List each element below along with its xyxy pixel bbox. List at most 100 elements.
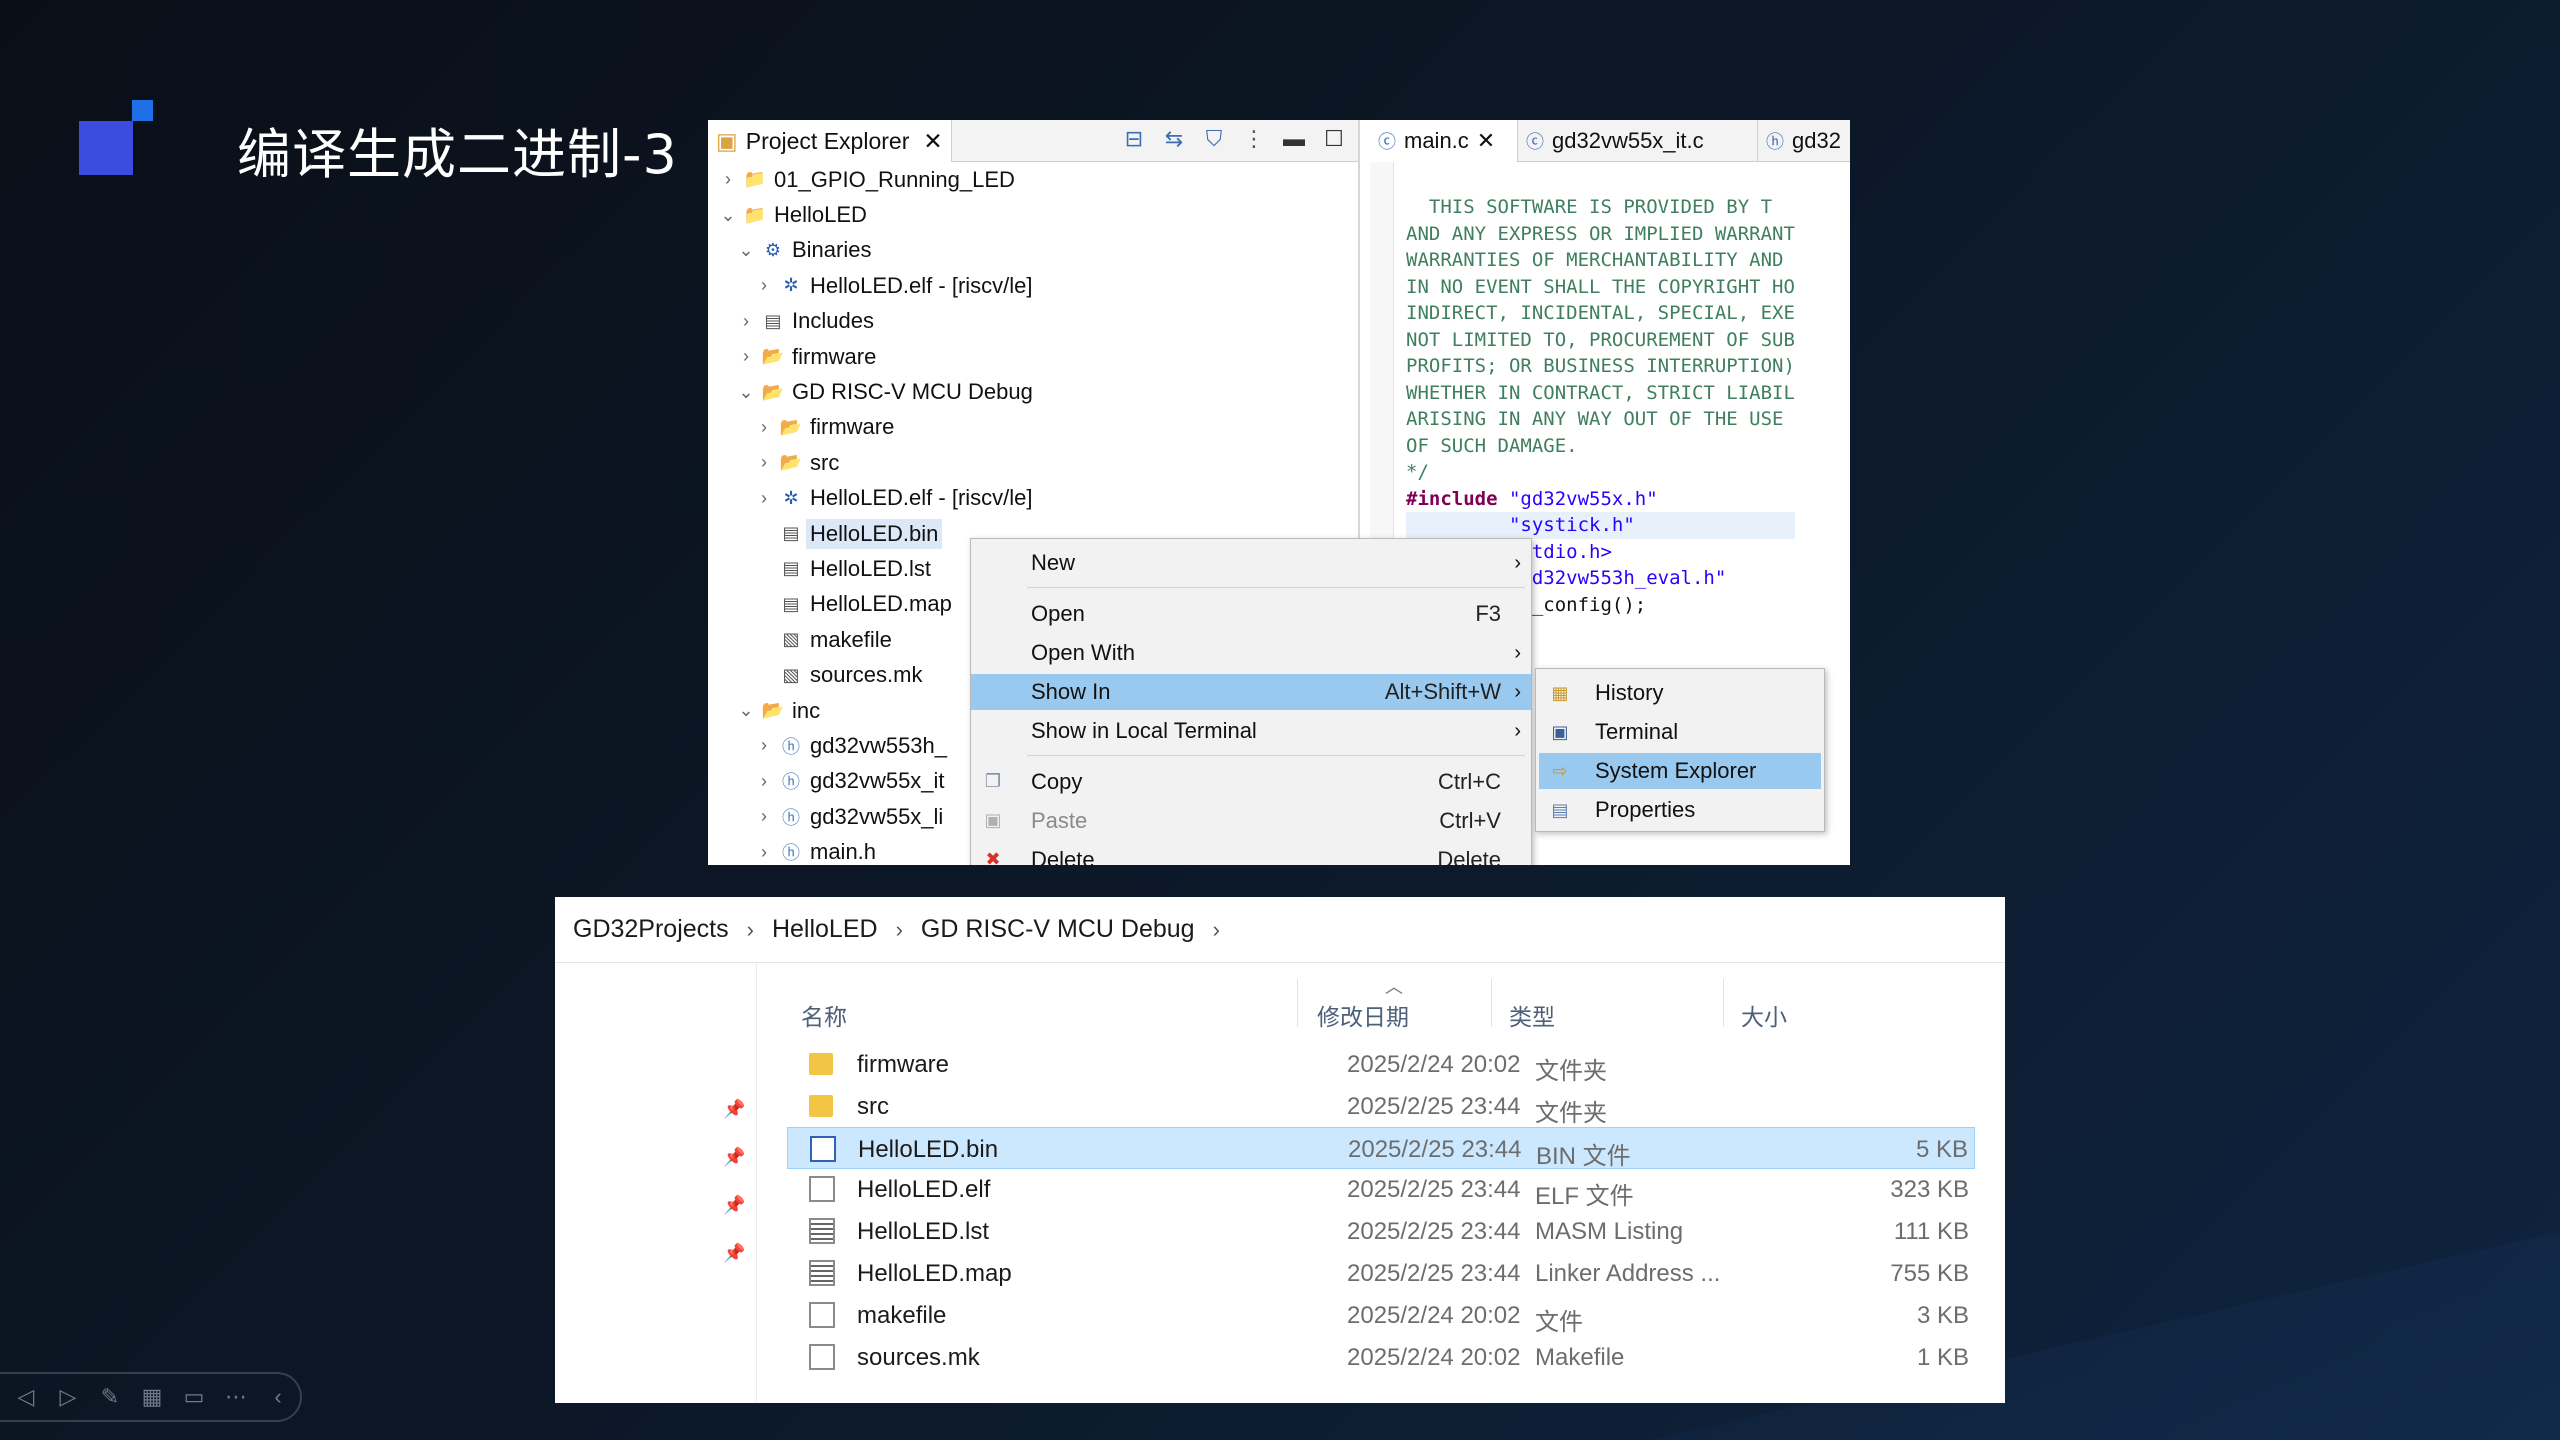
editor-tab-main-c[interactable]: ⓒ main.c ✕ <box>1370 120 1518 162</box>
tree-item-label: Includes <box>792 308 874 334</box>
menu-item-copy[interactable]: ❐ Copy Ctrl+C <box>971 764 1531 800</box>
minimize-icon[interactable]: ▬ <box>1280 126 1308 152</box>
file-explorer-screenshot: GD32Projects › HelloLED › GD RISC-V MCU Debu… <box>555 897 2005 1403</box>
breadcrumb-item[interactable]: GD RISC-V MCU Debug <box>921 915 1195 944</box>
grid-icon[interactable]: ▦ <box>136 1381 168 1413</box>
pen-icon[interactable]: ✎ <box>94 1381 126 1413</box>
menu-item-show-in-local-terminal[interactable]: Show in Local Terminal › <box>971 713 1531 749</box>
column-header-type[interactable]: 类型 <box>1509 991 1555 1039</box>
pin-icon[interactable]: 📌 <box>723 1099 745 1123</box>
column-divider[interactable] <box>1723 979 1724 1027</box>
includes-icon: ▤ <box>764 310 782 331</box>
chevron-right-icon[interactable]: › <box>754 488 774 509</box>
previous-icon[interactable]: ◁ <box>10 1381 42 1413</box>
chevron-down-icon[interactable]: ⌄ <box>736 700 756 721</box>
view-menu-icon[interactable]: ⋮ <box>1240 126 1268 152</box>
chevron-right-icon: › <box>1514 680 1521 703</box>
column-divider[interactable] <box>1491 979 1492 1027</box>
tree-item[interactable]: › 📂 firmware <box>708 410 1360 445</box>
menu-item-label: Copy <box>1031 769 1083 794</box>
collapse-all-icon[interactable]: ⊟ <box>1120 126 1148 152</box>
column-header-name[interactable]: 名称 <box>801 991 847 1039</box>
file-row[interactable]: HelloLED.map 2025/2/25 23:44 Linker Addres… <box>787 1252 1975 1294</box>
project-explorer-tab[interactable]: ▣ Project Explorer ✕ <box>708 120 952 162</box>
submenu-item-history[interactable]: ▦ History <box>1539 675 1821 711</box>
tree-item[interactable]: › ✲ HelloLED.elf - [riscv/le] <box>708 268 1360 303</box>
screen-icon[interactable]: ▭ <box>178 1381 210 1413</box>
chevron-right-icon[interactable]: › <box>1213 917 1220 943</box>
tree-item[interactable]: ⌄ 📁 HelloLED <box>708 197 1360 232</box>
column-divider[interactable] <box>1297 979 1298 1027</box>
tree-item[interactable]: ⌄ 📂 GD RISC-V MCU Debug <box>708 374 1360 409</box>
submenu-item-properties[interactable]: ▤ Properties <box>1539 792 1821 828</box>
sort-ascending-icon: ︿ <box>1385 977 1403 997</box>
breadcrumb-item[interactable]: GD32Projects <box>573 915 729 944</box>
chevron-down-icon[interactable]: ⌄ <box>736 240 756 261</box>
include-keyword: #include <box>1406 487 1498 510</box>
column-header-size[interactable]: 大小 <box>1741 991 1787 1039</box>
chevron-right-icon[interactable]: › <box>896 917 903 943</box>
chevron-right-icon[interactable]: › <box>736 346 756 367</box>
breadcrumb-item[interactable]: HelloLED <box>772 915 878 944</box>
file-date: 2025/2/24 20:02 <box>1347 1051 1521 1078</box>
tree-item-label: firmware <box>810 414 895 440</box>
pin-icon[interactable]: 📌 <box>723 1195 745 1219</box>
menu-item-paste[interactable]: ▣ Paste Ctrl+V <box>971 803 1531 839</box>
menu-separator <box>1027 755 1525 756</box>
tree-item[interactable]: › 📂 src <box>708 445 1360 480</box>
close-icon[interactable]: ✕ <box>1477 128 1495 154</box>
code-comment-line: IN NO EVENT SHALL THE COPYRIGHT HO <box>1406 275 1795 298</box>
chevron-right-icon[interactable]: › <box>754 452 774 473</box>
editor-tab-gd32[interactable]: ⓗ gd32 <box>1758 120 1850 162</box>
tree-item[interactable]: › ▤ Includes <box>708 304 1360 339</box>
menu-item-open-with[interactable]: Open With › <box>971 635 1531 671</box>
chevron-right-icon[interactable]: › <box>754 275 774 296</box>
menu-item-open[interactable]: Open F3 <box>971 596 1531 632</box>
chevron-right-icon[interactable]: › <box>754 771 774 792</box>
file-size: 1 KB <box>1916 1343 1969 1371</box>
editor-tab-it-c[interactable]: ⓒ gd32vw55x_it.c <box>1518 120 1758 162</box>
code-comment-line: WHETHER IN CONTRACT, STRICT LIABIL <box>1406 381 1795 404</box>
pin-icon[interactable]: 📌 <box>723 1243 745 1267</box>
chevron-right-icon[interactable]: › <box>754 735 774 756</box>
binaries-icon: ⚙ <box>764 239 782 260</box>
tree-item[interactable]: › 📁 01_GPIO_Running_LED <box>708 162 1360 197</box>
file-row[interactable]: firmware 2025/2/24 20:02 文件夹 <box>787 1043 1975 1085</box>
submenu-item-terminal[interactable]: ▣ Terminal <box>1539 714 1821 750</box>
menu-item-delete[interactable]: ✖ Delete Delete <box>971 842 1531 865</box>
maximize-icon[interactable]: ☐ <box>1320 126 1348 152</box>
pin-icon[interactable]: 📌 <box>723 1147 745 1171</box>
file-row[interactable]: sources.mk 2025/2/24 20:02 Makefile 1 KB <box>787 1336 1975 1378</box>
next-icon[interactable]: ▷ <box>52 1381 84 1413</box>
chevron-right-icon[interactable]: › <box>754 417 774 438</box>
tree-item[interactable]: › ✲ HelloLED.elf - [riscv/le] <box>708 481 1360 516</box>
file-row[interactable]: HelloLED.elf 2025/2/25 23:44 ELF 文件 323 KB <box>787 1168 1975 1210</box>
collapse-icon[interactable]: ‹ <box>262 1381 294 1413</box>
submenu-item-label: Properties <box>1595 797 1696 822</box>
filter-icon[interactable]: ⛉ <box>1200 126 1228 152</box>
chevron-right-icon[interactable]: › <box>754 842 774 863</box>
chevron-right-icon[interactable]: › <box>754 806 774 827</box>
more-icon[interactable]: ⋯ <box>220 1381 252 1413</box>
tree-item[interactable]: ⌄ ⚙ Binaries <box>708 233 1360 268</box>
chevron-right-icon[interactable]: › <box>736 311 756 332</box>
tree-item-label: gd32vw55x_li <box>810 803 944 829</box>
file-row[interactable]: src 2025/2/25 23:44 文件夹 <box>787 1085 1975 1127</box>
listing-file-icon <box>809 1218 835 1245</box>
chevron-right-icon[interactable]: › <box>718 169 738 190</box>
file-row[interactable]: HelloLED.bin 2025/2/25 23:44 BIN 文件 5 KB <box>787 1126 1975 1170</box>
file-row[interactable]: HelloLED.lst 2025/2/25 23:44 MASM Listing 1… <box>787 1210 1975 1252</box>
makefile-icon: ▧ <box>782 664 800 685</box>
file-row[interactable]: makefile 2025/2/24 20:02 文件 3 KB <box>787 1294 1975 1336</box>
history-icon: ▦ <box>1551 682 1569 703</box>
menu-item-label: Open <box>1031 601 1085 626</box>
chevron-down-icon[interactable]: ⌄ <box>736 382 756 403</box>
chevron-right-icon[interactable]: › <box>747 917 754 943</box>
tree-item[interactable]: › 📂 firmware <box>708 339 1360 374</box>
menu-item-show-in[interactable]: Show In Alt+Shift+W › <box>971 674 1531 710</box>
link-with-editor-icon[interactable]: ⇆ <box>1160 126 1188 152</box>
menu-item-new[interactable]: New › <box>971 545 1531 581</box>
close-icon[interactable]: ✕ <box>923 128 942 155</box>
submenu-item-system-explorer[interactable]: ⇨ System Explorer <box>1539 753 1821 789</box>
chevron-down-icon[interactable]: ⌄ <box>718 205 738 226</box>
